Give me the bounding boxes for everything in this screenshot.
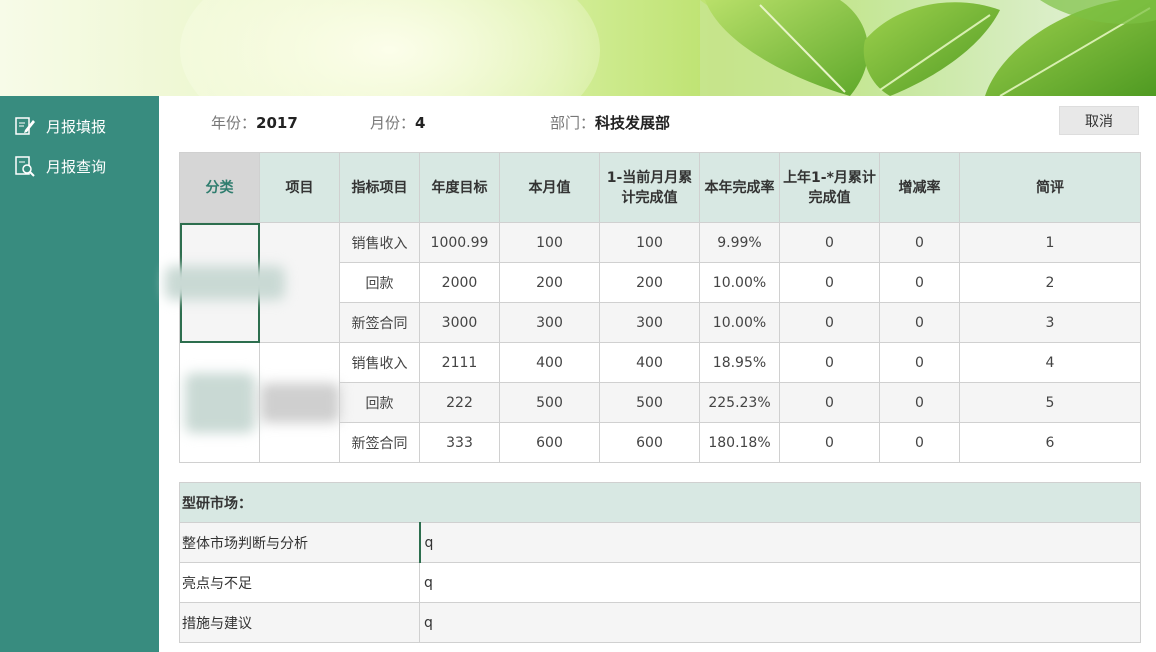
change-rate-cell[interactable]: 0	[879, 222, 960, 263]
cancel-button[interactable]: 取消	[1059, 106, 1139, 135]
column-header[interactable]: 分类	[179, 152, 260, 223]
last-year-cell[interactable]: 0	[779, 382, 880, 423]
notes-label: 措施与建议	[179, 602, 420, 643]
annual-target-cell[interactable]: 2000	[419, 262, 500, 303]
comment-cell[interactable]: 5	[959, 382, 1141, 423]
indicator-cell[interactable]: 销售收入	[339, 342, 420, 383]
table-header-row: 分类 项目 指标项目 年度目标 本月值 1-当前月月累计完成值 本年完成率 上年…	[179, 152, 1141, 223]
completion-rate-cell[interactable]: 18.95%	[699, 342, 780, 383]
change-rate-cell[interactable]: 0	[879, 422, 960, 463]
year-field: 年份：2017	[211, 114, 298, 132]
column-header[interactable]: 1-当前月月累计完成值	[599, 152, 700, 223]
comment-cell[interactable]: 6	[959, 422, 1141, 463]
cumulative-cell[interactable]: 200	[599, 262, 700, 303]
table-row: x 销售收入 1000.99 100 100 9.99% 0 0 1	[165, 222, 1141, 343]
month-value-cell[interactable]: 600	[499, 422, 600, 463]
annual-target-cell[interactable]: 2111	[419, 342, 500, 383]
annual-target-cell[interactable]: 3000	[419, 302, 500, 343]
column-header[interactable]: 指标项目	[339, 152, 420, 223]
annual-target-cell[interactable]: 1000.99	[419, 222, 500, 263]
last-year-cell[interactable]: 0	[779, 262, 880, 303]
leaves-illustration	[700, 0, 1156, 96]
table-row: x x 销售收入 2111 400 400 18.95% 0 0 4	[179, 342, 1141, 463]
completion-rate-cell[interactable]: 9.99%	[699, 222, 780, 263]
column-header[interactable]: 年度目标	[419, 152, 500, 223]
notes-label: 整体市场判断与分析	[179, 522, 420, 563]
indicator-cell[interactable]: 回款	[339, 262, 420, 303]
change-rate-cell[interactable]: 0	[879, 342, 960, 383]
sidebar-item-label: 月报填报	[46, 117, 107, 136]
month-value-cell[interactable]: 400	[499, 342, 600, 383]
notes-title-row: 型研市场：	[179, 482, 1141, 523]
change-rate-cell[interactable]: 0	[879, 382, 960, 423]
column-header[interactable]: 简评	[959, 152, 1141, 223]
cumulative-cell[interactable]: 500	[599, 382, 700, 423]
project-cell-redacted[interactable]: x	[259, 342, 340, 463]
column-header[interactable]: 项目	[259, 152, 340, 223]
sidebar-item-monthly-report-query[interactable]: 月报查询	[14, 154, 106, 178]
header-banner	[0, 0, 1156, 96]
completion-rate-cell[interactable]: 180.18%	[699, 422, 780, 463]
indicator-cell[interactable]: 新签合同	[339, 422, 420, 463]
last-year-cell[interactable]: 0	[779, 302, 880, 343]
comment-cell[interactable]: 1	[959, 222, 1141, 263]
indicator-cell[interactable]: 销售收入	[339, 222, 420, 263]
last-year-cell[interactable]: 0	[779, 342, 880, 383]
category-cell-redacted[interactable]: x	[179, 342, 260, 463]
indicator-cell[interactable]: 回款	[339, 382, 420, 423]
completion-rate-cell[interactable]: 10.00%	[699, 262, 780, 303]
notes-title: 型研市场：	[179, 482, 1141, 523]
edit-icon	[14, 115, 36, 137]
month-field: 月份：4	[370, 114, 426, 132]
column-header[interactable]: 本月值	[499, 152, 600, 223]
month-value-cell[interactable]: 200	[499, 262, 600, 303]
last-year-cell[interactable]: 0	[779, 222, 880, 263]
sidebar-item-label: 月报查询	[46, 157, 107, 176]
column-header[interactable]: 本年完成率	[699, 152, 780, 223]
month-value-cell[interactable]: 100	[499, 222, 600, 263]
sidebar: 月报填报 月报查询	[0, 96, 159, 652]
search-doc-icon	[14, 155, 36, 177]
notes-value-input[interactable]: q	[418, 522, 1141, 563]
notes-row: 亮点与不足 q	[179, 562, 1141, 603]
department-field: 部门：科技发展部	[550, 114, 671, 132]
completion-rate-cell[interactable]: 225.23%	[699, 382, 780, 423]
notes-value-input[interactable]: q	[419, 562, 1141, 603]
cumulative-cell[interactable]: 400	[599, 342, 700, 383]
month-value-cell[interactable]: 300	[499, 302, 600, 343]
notes-value-input[interactable]: q	[419, 602, 1141, 643]
change-rate-cell[interactable]: 0	[879, 302, 960, 343]
notes-row: 措施与建议 q	[179, 602, 1141, 643]
column-header[interactable]: 上年1-*月累计完成值	[779, 152, 880, 223]
change-rate-cell[interactable]: 0	[879, 262, 960, 303]
indicator-table: 分类 项目 指标项目 年度目标 本月值 1-当前月月累计完成值 本年完成率 上年…	[165, 152, 1141, 463]
completion-rate-cell[interactable]: 10.00%	[699, 302, 780, 343]
comment-cell[interactable]: 4	[959, 342, 1141, 383]
annual-target-cell[interactable]: 222	[419, 382, 500, 423]
month-value-cell[interactable]: 500	[499, 382, 600, 423]
comment-cell[interactable]: 3	[959, 302, 1141, 343]
comment-cell[interactable]: 2	[959, 262, 1141, 303]
notes-label: 亮点与不足	[179, 562, 420, 603]
market-notes-table: 型研市场： 整体市场判断与分析 q 亮点与不足 q 措施与建议 q	[179, 482, 1141, 643]
annual-target-cell[interactable]: 333	[419, 422, 500, 463]
filter-bar: 年份：2017 月份：4 部门：科技发展部 取消	[159, 96, 1156, 152]
category-cell-redacted[interactable]: x	[165, 222, 285, 343]
cumulative-cell[interactable]: 100	[599, 222, 700, 263]
sidebar-item-monthly-report-fill[interactable]: 月报填报	[14, 114, 106, 138]
column-header[interactable]: 增减率	[879, 152, 960, 223]
cumulative-cell[interactable]: 300	[599, 302, 700, 343]
last-year-cell[interactable]: 0	[779, 422, 880, 463]
cumulative-cell[interactable]: 600	[599, 422, 700, 463]
notes-row: 整体市场判断与分析 q	[179, 522, 1141, 563]
indicator-cell[interactable]: 新签合同	[339, 302, 420, 343]
